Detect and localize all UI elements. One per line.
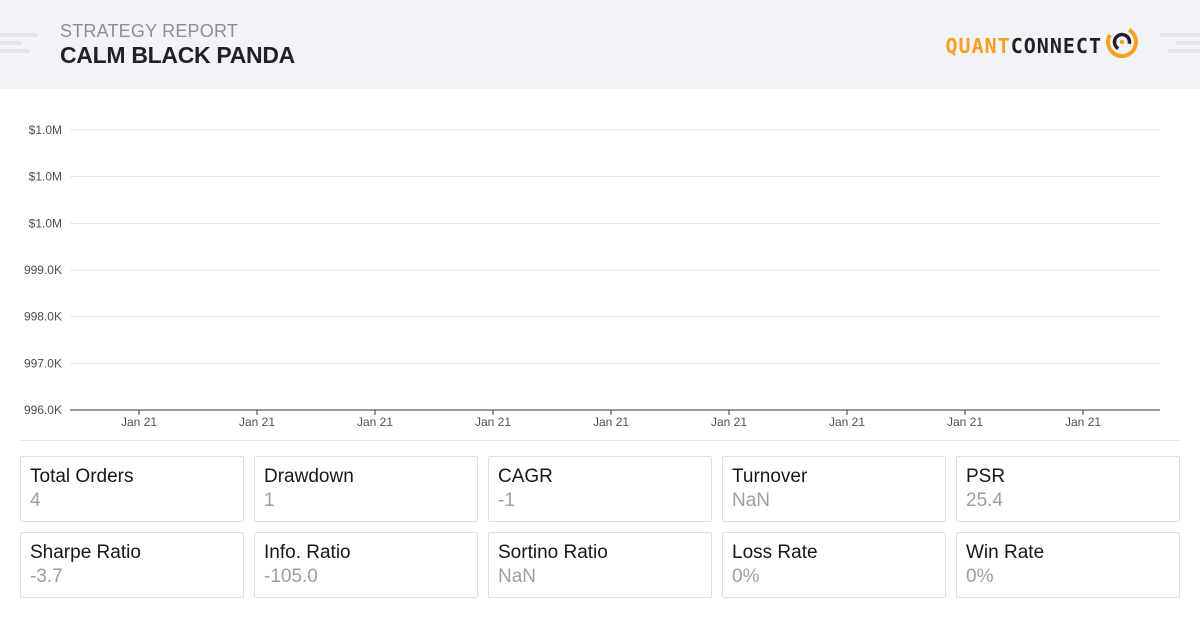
stat-value: 25.4: [966, 490, 1003, 511]
stat-value: 1: [264, 490, 275, 511]
y-tick-label: $1.0M: [29, 170, 62, 184]
stat-card-total-orders: Total Orders 4: [20, 456, 244, 522]
quantconnect-logo: QUANTCONNECT: [945, 24, 1140, 60]
report-title: CALM BLACK PANDA: [60, 42, 295, 68]
header-decoration-right: [1160, 33, 1200, 37]
y-tick-label: 999.0K: [24, 263, 62, 277]
y-tick-label: 996.0K: [24, 403, 62, 417]
x-tick-label: Jan 21: [947, 415, 983, 429]
stat-label: Sortino Ratio: [498, 542, 608, 563]
stat-card-turnover: Turnover NaN: [722, 456, 946, 522]
stat-value: 0%: [966, 566, 994, 587]
x-tick-label: Jan 21: [475, 415, 511, 429]
stat-value: -1: [498, 490, 515, 511]
header-decoration-left: [0, 33, 38, 37]
x-tick-label: Jan 21: [711, 415, 747, 429]
stat-label: Loss Rate: [732, 542, 818, 563]
stat-card-sharpe-ratio: Sharpe Ratio -3.7: [20, 532, 244, 598]
stat-label: Turnover: [732, 466, 808, 487]
header-decoration-left: [0, 49, 30, 53]
header-decoration-left: [0, 41, 22, 45]
logo-wordmark: QUANTCONNECT: [945, 20, 1102, 64]
y-tick-label: $1.0M: [29, 123, 62, 137]
stat-card-sortino-ratio: Sortino Ratio NaN: [488, 532, 712, 598]
stat-label: Info. Ratio: [264, 542, 351, 563]
y-tick-label: 997.0K: [24, 356, 62, 370]
x-tick-label: Jan 21: [593, 415, 629, 429]
stat-label: Total Orders: [30, 466, 134, 487]
stat-card-win-rate: Win Rate 0%: [956, 532, 1180, 598]
section-divider: [20, 440, 1180, 441]
stat-card-cagr: CAGR -1: [488, 456, 712, 522]
x-tick-label: Jan 21: [239, 415, 275, 429]
stat-card-drawdown: Drawdown 1: [254, 456, 478, 522]
stats-grid: Total Orders 4 Drawdown 1 CAGR -1 Turnov…: [20, 456, 1180, 598]
stat-label: Drawdown: [264, 466, 354, 487]
report-header: STRATEGY REPORT CALM BLACK PANDA QUANTCO…: [0, 0, 1200, 89]
stat-value: -3.7: [30, 566, 63, 587]
report-subtitle: STRATEGY REPORT: [60, 21, 239, 41]
equity-chart: $1.0M $1.0M $1.0M 999.0K 998.0K 997.0K 996.0K J…: [24, 123, 1160, 429]
stat-value: NaN: [732, 490, 771, 511]
stat-label: PSR: [966, 466, 1006, 487]
y-tick-label: 998.0K: [24, 310, 62, 324]
stat-value: 0%: [732, 566, 760, 587]
stat-value: 4: [30, 490, 41, 511]
quantconnect-swirl-icon: [1106, 26, 1138, 58]
stat-card-psr: PSR 25.4: [956, 456, 1180, 522]
stat-label: Win Rate: [966, 542, 1045, 563]
logo-text-connect: CONNECT: [1010, 34, 1102, 58]
stat-card-info-ratio: Info. Ratio -105.0: [254, 532, 478, 598]
header-decoration-right: [1176, 41, 1200, 45]
x-tick-label: Jan 21: [121, 415, 157, 429]
stat-value: NaN: [498, 566, 537, 587]
stat-card-loss-rate: Loss Rate 0%: [722, 532, 946, 598]
stat-label: Sharpe Ratio: [30, 542, 141, 563]
x-tick-label: Jan 21: [1065, 415, 1101, 429]
logo-text-quant: QUANT: [945, 34, 1011, 58]
stat-value: -105.0: [264, 566, 318, 587]
stat-label: CAGR: [498, 466, 553, 487]
header-decoration-right: [1168, 49, 1200, 53]
y-tick-label: $1.0M: [29, 216, 62, 230]
x-tick-label: Jan 21: [829, 415, 865, 429]
x-tick-label: Jan 21: [357, 415, 393, 429]
